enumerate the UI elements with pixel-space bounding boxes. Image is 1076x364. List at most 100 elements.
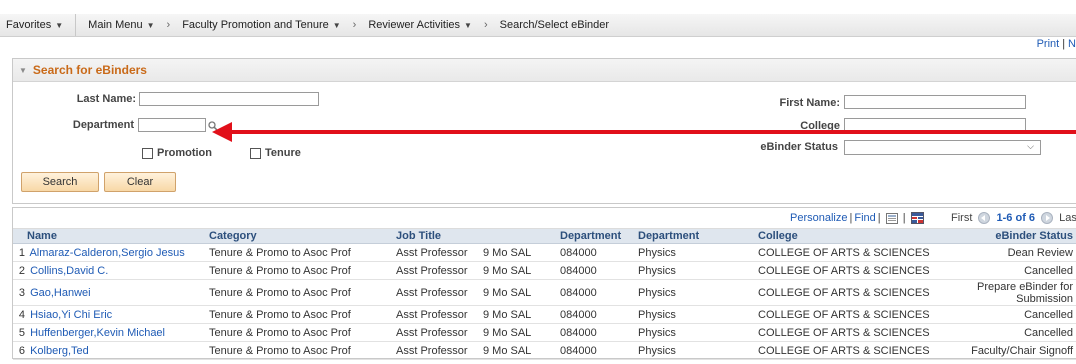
table-row: 5 Huffenberger,Kevin Michael Tenure & Pr… [13,323,1076,342]
table-row: 2 Collins,David C. Tenure & Promo to Aso… [13,261,1076,280]
view-all-icon[interactable] [885,212,898,224]
checkbox-box[interactable] [142,147,153,159]
row-name-cell: 4 Hsiao,Yi Chi Eric [13,305,205,324]
college-cell: COLLEGE OF ARTS & SCIENCES [754,279,949,306]
pay-cell: 9 Mo SAL [479,243,556,262]
link-divider: | [877,212,881,224]
column-header[interactable]: College [754,229,949,244]
name-link[interactable]: Collins,David C. [30,265,108,277]
breadcrumb-reviewer-activities[interactable]: Reviewer Activities ▼ [362,19,478,31]
next-arrow-icon[interactable] [1041,212,1054,225]
row-number: 4 [18,308,25,321]
first-link[interactable]: First [951,212,972,224]
search-button[interactable]: Search [21,172,99,192]
job-title-cell: Asst Professor [392,261,479,280]
pay-cell: 9 Mo SAL [479,279,556,306]
favorites-label: Favorites [6,19,52,31]
job-title-cell: Asst Professor [392,243,479,262]
name-link[interactable]: Huffenberger,Kevin Michael [30,327,165,339]
dept-cell: Physics [634,279,754,306]
column-header[interactable]: Name [13,229,205,244]
ebinder-status-label: eBinder Status [760,141,838,153]
table-row: 1 Almaraz-Calderon,Sergio Jesus Tenure &… [13,243,1076,262]
results-grid: Personalize | Find | | First 1-6 of 6 La… [12,207,1076,360]
college-cell: COLLEGE OF ARTS & SCIENCES [754,243,949,262]
row-name-cell: 5 Huffenberger,Kevin Michael [13,323,205,342]
promotion-label: Promotion [157,147,212,159]
dept-code-cell: 084000 [556,243,634,262]
breadcrumb-separator-icon: › [166,19,171,31]
main-menu-label: Main Menu [88,19,143,31]
chevron-down-icon: ▼ [332,20,341,30]
cropped-header-strip [0,0,1076,14]
name-link[interactable]: Kolberg,Ted [30,345,89,357]
grid-pagination: First 1-6 of 6 Last [951,212,1076,225]
link-divider: | [849,212,853,224]
next-link[interactable]: N [1068,38,1076,50]
breadcrumb-separator-icon: › [352,19,357,31]
category-cell: Tenure & Promo to Asoc Prof [205,243,392,262]
department-input[interactable] [138,118,206,132]
clear-button[interactable]: Clear [104,172,176,192]
status-cell: Cancelled [949,305,1076,324]
promotion-checkbox[interactable]: Promotion [142,147,212,159]
favorites-menu[interactable]: Favorites ▼ [0,19,69,31]
row-name-cell: 1 Almaraz-Calderon,Sergio Jesus [13,243,205,262]
first-name-input[interactable] [844,95,1026,109]
department-label: Department [72,119,134,131]
column-header[interactable]: eBinder Status [949,229,1076,244]
download-spreadsheet-icon[interactable] [910,212,924,225]
chevron-down-icon: ▼ [146,20,155,30]
column-header[interactable]: Category [205,229,392,244]
print-bar: Print | N [1037,38,1076,50]
table-header-row: Name Category Job Title Department Depar… [13,229,1076,244]
find-link[interactable]: Find [854,212,875,224]
dept-code-cell: 084000 [556,305,634,324]
annotation-arrow-shaft [230,130,1076,134]
last-name-label: Last Name: [76,93,136,105]
checkbox-box[interactable] [250,147,261,159]
category-cell: Tenure & Promo to Asoc Prof [205,323,392,342]
personalize-link[interactable]: Personalize [790,212,847,224]
tenure-checkbox[interactable]: Tenure [250,147,301,159]
breadcrumb-search-ebinder[interactable]: Search/Select eBinder [494,19,615,31]
column-header[interactable]: Department [556,229,634,244]
status-cell: Prepare eBinder for Submission [949,279,1076,306]
link-divider: | [1062,38,1066,50]
status-cell: Dean Review [949,243,1076,262]
name-link[interactable]: Hsiao,Yi Chi Eric [30,309,112,321]
print-link[interactable]: Print [1037,38,1060,50]
table-row: 6 Kolberg,Ted Tenure & Promo to Asoc Pro… [13,341,1076,360]
chevron-down-icon: ▼ [55,20,64,30]
row-name-cell: 6 Kolberg,Ted [13,341,205,360]
college-cell: COLLEGE OF ARTS & SCIENCES [754,341,949,360]
row-number: 5 [18,326,25,339]
first-name-label: First Name: [779,97,840,109]
job-title-cell: Asst Professor [392,341,479,360]
pay-cell: 9 Mo SAL [479,305,556,324]
college-cell: COLLEGE OF ARTS & SCIENCES [754,305,949,324]
last-name-input[interactable] [139,92,319,106]
previous-arrow-icon[interactable] [978,212,991,225]
search-panel-header[interactable]: ▼ Search for eBinders [13,59,1076,82]
job-title-cell: Asst Professor [392,323,479,342]
grid-tools: Personalize | Find | | [790,212,924,225]
column-header[interactable]: Job Title [392,229,479,244]
college-cell: COLLEGE OF ARTS & SCIENCES [754,323,949,342]
dept-cell: Physics [634,261,754,280]
breadcrumb-faculty-promotion[interactable]: Faculty Promotion and Tenure ▼ [176,19,346,31]
table-row: 3 Gao,Hanwei Tenure & Promo to Asoc Prof… [13,279,1076,306]
status-cell: Faculty/Chair Signoff [949,341,1076,360]
last-link[interactable]: Last [1059,212,1076,224]
column-header[interactable]: Department [634,229,754,244]
ebinder-status-select[interactable]: ⌵ [844,140,1041,155]
name-link[interactable]: Almaraz-Calderon,Sergio Jesus [29,247,184,259]
main-menu[interactable]: Main Menu ▼ [82,19,160,31]
row-range: 1-6 of 6 [996,212,1036,224]
name-link[interactable]: Gao,Hanwei [30,287,91,299]
link-divider: | [902,212,906,224]
collapse-triangle-icon[interactable]: ▼ [19,66,27,75]
nav-divider [75,14,77,36]
chevron-down-icon: ▼ [464,20,472,30]
row-number: 6 [18,344,25,357]
